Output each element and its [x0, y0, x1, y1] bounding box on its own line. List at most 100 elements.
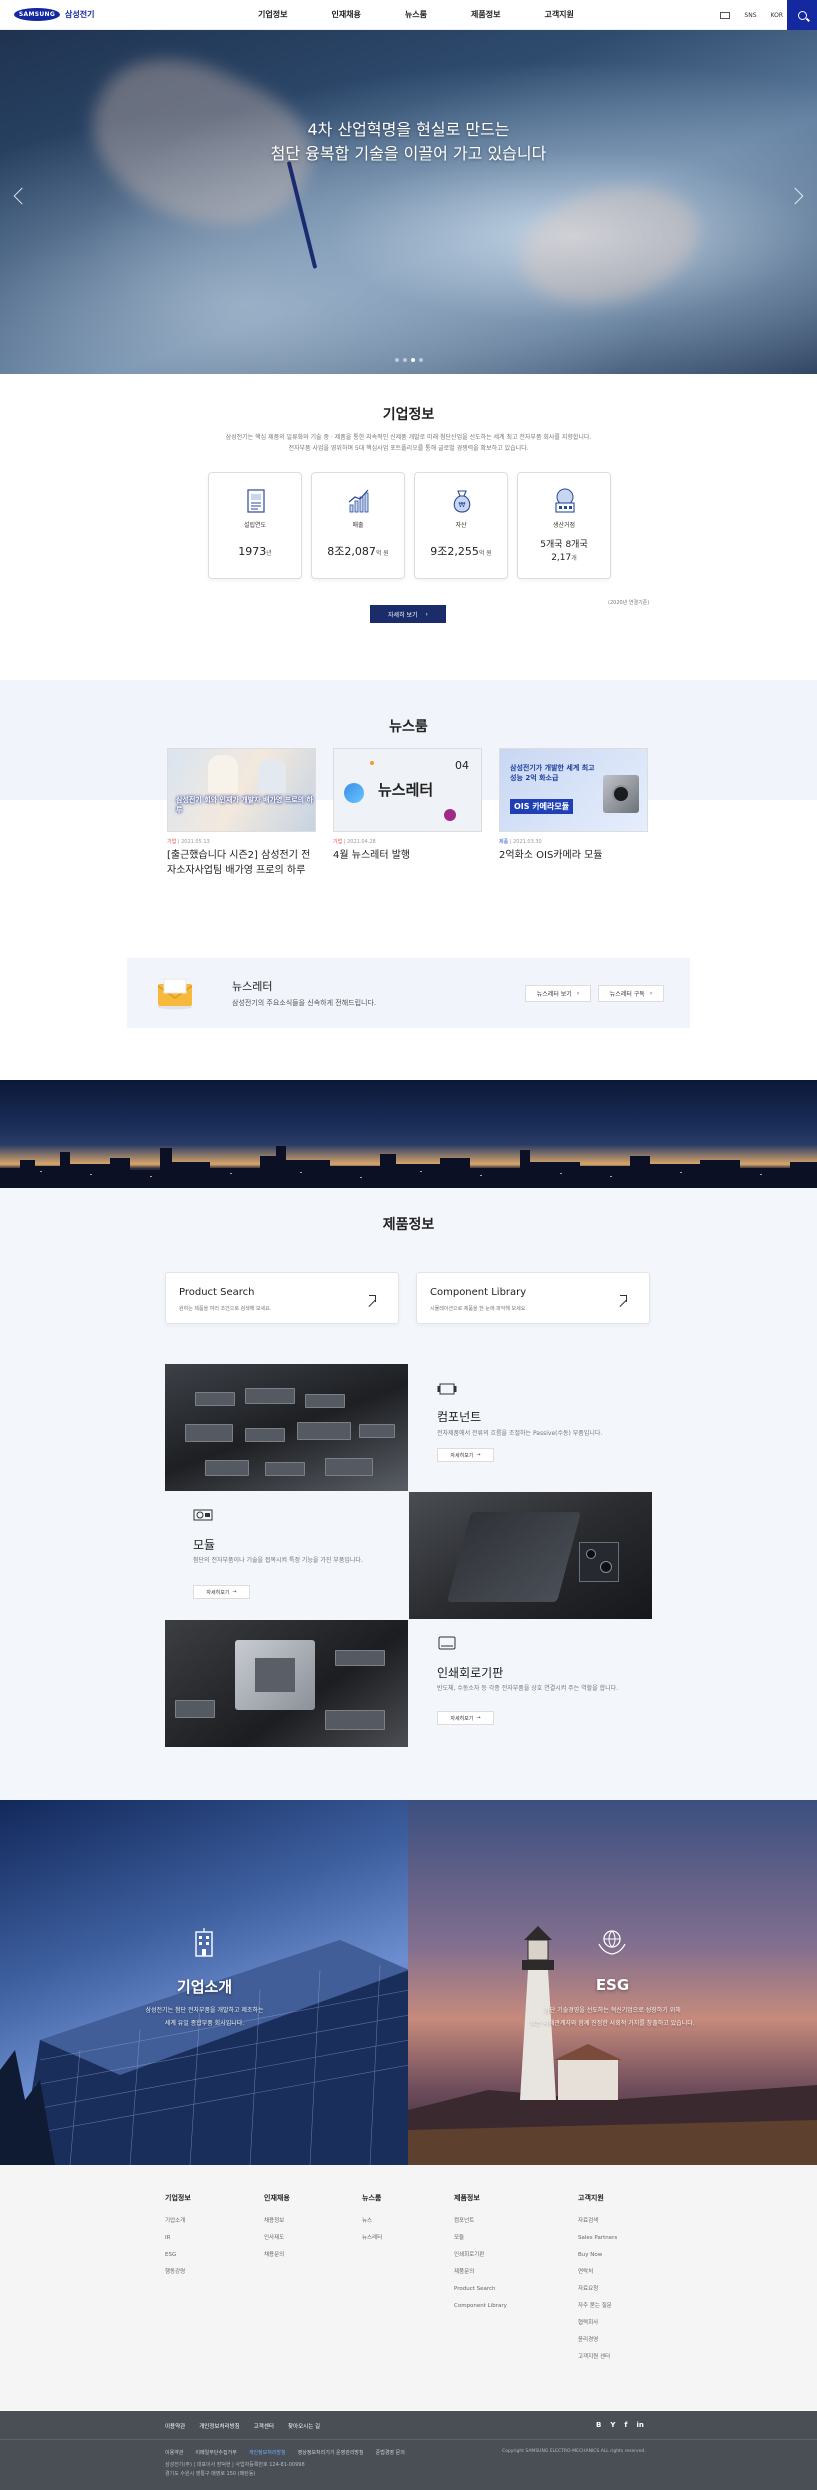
sitemap-link[interactable]: 채용문의 [264, 2247, 290, 2264]
sitemap-link[interactable]: 제품문의 [454, 2264, 507, 2281]
component-library-card[interactable]: Component Library 시뮬레이션으로 제품을 한 눈에 파악해 보… [416, 1272, 650, 1324]
language-toggle[interactable]: KOR [771, 12, 784, 19]
search-card-desc: 원하는 제품을 여러 조건으로 검색해 보세요. [179, 1306, 272, 1312]
sitemap-link[interactable]: 협력회사 [578, 2315, 617, 2332]
sitemap-link[interactable]: Component Library [454, 2298, 507, 2315]
site-logo[interactable]: SAMSUNG 삼성전기 [14, 8, 94, 21]
sitemap-link[interactable]: 자료검색 [578, 2213, 617, 2230]
sns-link[interactable]: SNS [744, 12, 756, 19]
footer-link[interactable]: 이용약관 [165, 2422, 185, 2430]
products-title: 제품정보 [382, 1217, 435, 1233]
nav-corporate[interactable]: 기업정보 [258, 0, 287, 30]
sitemap-link[interactable]: 인쇄회로기판 [454, 2247, 507, 2264]
news-card[interactable]: 삼성전기 회와 인재가 개발자 배가영 프로의 하루 기업 | 2021.05.… [167, 748, 316, 878]
slide-dot[interactable] [403, 358, 407, 362]
sitemap-link[interactable]: 윤리경영 [578, 2332, 617, 2349]
sitemap-link[interactable]: 자료요청 [578, 2281, 617, 2298]
sitemap-link[interactable]: 기업소개 [165, 2213, 191, 2230]
sitemap-heading[interactable]: 인재채용 [264, 2193, 290, 2203]
sitemap-link[interactable]: 행동강령 [165, 2264, 191, 2281]
footer-sns: B Y f in [596, 2421, 644, 2429]
module-detail-button[interactable]: 자세히보기 → [193, 1585, 250, 1599]
nav-support[interactable]: 고객지원 [544, 0, 573, 30]
newsletter-view-button[interactable]: 뉴스레터 보기 › [525, 985, 591, 1002]
esg-banner[interactable]: ESG 첨단 기술경영을 선도하는 혁신기업으로 성장하기 위해 모든 이해관계… [408, 1800, 817, 2165]
chevron-right-icon: › [649, 990, 653, 997]
hero-title: 4차 산업혁명을 현실로 만드는 첨단 융복합 기술을 이끌어 가고 있습니다 [0, 118, 817, 166]
search-button[interactable] [787, 0, 817, 30]
footer-link[interactable]: 개인정보처리방침 [199, 2422, 239, 2430]
hero-title-line: 첨단 융복합 기술을 이끌어 가고 있습니다 [270, 144, 547, 163]
footer-link[interactable]: 고객센터 [254, 2422, 274, 2430]
news-card[interactable]: 04 뉴스레터 기업 | 2021.04.28 4월 뉴스레터 발행 [333, 748, 482, 878]
next-slide-arrow-icon[interactable] [786, 187, 804, 205]
banner-desc-line: 모든 이해관계자와 함께 진정한 사회적 가치를 창출하고 있습니다. [530, 2020, 695, 2027]
product-title: 컴포넌트 [437, 1410, 482, 1424]
news-card[interactable]: 삼성전기가 개발한 세계 최고 성능 2억 화소급 OIS 카메라모듈 제품 |… [499, 748, 648, 878]
sitemap-link[interactable]: 인사제도 [264, 2230, 290, 2247]
youtube-icon[interactable]: Y [610, 2421, 615, 2429]
slide-dot-active[interactable] [411, 358, 415, 362]
corp-info-desc-line: 삼성전기는 핵심 제품의 일류화와 기술 중 · 제품을 통한 지속적인 신제품… [225, 434, 592, 441]
arrow-up-right-icon [620, 1295, 627, 1302]
address-line: 경기도 수원시 영통구 매영로 150 (매탄동) [165, 2471, 256, 2477]
pcb-detail-button[interactable]: 자세히보기 → [437, 1711, 494, 1725]
thumb-caption: 삼성전기가 개발한 세계 최고 성능 2억 화소급 [510, 764, 595, 782]
blog-icon[interactable]: B [596, 2421, 601, 2429]
sitemap-link[interactable]: 자주 묻는 질문 [578, 2298, 617, 2315]
component-image [165, 1364, 408, 1491]
footer-policy-link[interactable]: 이메일무단수집거부 [195, 2449, 236, 2456]
sitemap-link[interactable]: ESG [165, 2247, 191, 2264]
sitemap-heading[interactable]: 제품정보 [454, 2193, 507, 2203]
thumb-issue-number: 04 [455, 759, 469, 772]
privacy-policy-link[interactable]: 개인정보처리방침 [249, 2449, 286, 2456]
sitemap-link[interactable]: 연락처 [578, 2264, 617, 2281]
sitemap-link[interactable]: 뉴스레터 [362, 2230, 382, 2247]
btn-label: 뉴스레터 보기 [536, 991, 572, 998]
newsletter-box: 뉴스레터 삼성전기의 주요소식들을 신속하게 전해드립니다. 뉴스레터 보기 › … [127, 958, 690, 1028]
info-card-assets: ₩ 자산 9조2,255억 원 [414, 472, 508, 579]
linkedin-icon[interactable]: in [636, 2421, 643, 2429]
mail-icon[interactable] [720, 11, 731, 19]
sitemap-heading[interactable]: 기업정보 [165, 2193, 191, 2203]
money-bag-icon: ₩ [453, 490, 471, 513]
sitemap-link[interactable]: IR [165, 2230, 191, 2247]
thumb-circle [344, 783, 364, 803]
sitemap-link[interactable]: 모듈 [454, 2230, 507, 2247]
footer-policy-link[interactable]: 영상정보처리기기 운영관리방침 [298, 2449, 364, 2456]
sitemap-link[interactable]: 채용정보 [264, 2213, 290, 2230]
nav-products[interactable]: 제품정보 [471, 0, 500, 30]
sitemap-heading[interactable]: 뉴스룸 [362, 2193, 382, 2203]
slide-dot[interactable] [419, 358, 423, 362]
footer-link[interactable]: 찾아오시는 길 [288, 2422, 320, 2430]
thumb-caption: 뉴스레터 [378, 781, 434, 799]
prev-slide-arrow-icon[interactable] [13, 187, 31, 205]
sitemap: 기업정보 기업소개 IR ESG 행동강령 인재채용 채용정보 인사제도 채용문… [0, 2165, 817, 2411]
sitemap-heading[interactable]: 고객지원 [578, 2193, 617, 2203]
nav-careers[interactable]: 인재채용 [331, 0, 360, 30]
sitemap-link[interactable]: 컴포넌트 [454, 2213, 507, 2230]
corp-info-more-button[interactable]: 자세히 보기 › [370, 605, 446, 623]
info-card-label: 생산거점 [552, 522, 576, 529]
product-search-card[interactable]: Product Search 원하는 제품을 여러 조건으로 검색해 보세요. [165, 1272, 399, 1324]
sitemap-col-careers: 인재채용 채용정보 인사제도 채용문의 [264, 2193, 290, 2264]
slide-indicators [395, 358, 423, 362]
component-chip [297, 1422, 351, 1440]
facebook-icon[interactable]: f [624, 2421, 627, 2429]
news-meta: 기업 | 2021.05.13 [167, 839, 210, 845]
newsletter-subscribe-button[interactable]: 뉴스레터 구독 › [598, 985, 664, 1002]
component-info: 컴포넌트 전자제품에서 전류의 흐름을 조절하는 Passive(수동) 부품입… [409, 1364, 652, 1491]
sitemap-link[interactable]: 뉴스 [362, 2213, 382, 2230]
news-date: 2021.03.30 [513, 839, 542, 845]
component-detail-button[interactable]: 자세히보기 → [437, 1448, 494, 1462]
arrow-right-icon: → [232, 1589, 237, 1595]
footer-policy-link[interactable]: 이용약관 [165, 2449, 183, 2456]
slide-dot[interactable] [395, 358, 399, 362]
sitemap-link[interactable]: 고객지원 센터 [578, 2349, 617, 2366]
sitemap-link[interactable]: Product Search [454, 2281, 507, 2298]
nav-newsroom[interactable]: 뉴스룸 [405, 0, 427, 30]
sitemap-link[interactable]: Sales Partners [578, 2230, 617, 2247]
footer-policy-link[interactable]: 준법경영 문의 [376, 2449, 405, 2456]
corp-intro-banner[interactable]: 기업소개 삼성전기는 첨단 전자부품을 개발하고 제조하는 세계 유일 종합부품… [0, 1800, 409, 2165]
sitemap-link[interactable]: Buy Now [578, 2247, 617, 2264]
